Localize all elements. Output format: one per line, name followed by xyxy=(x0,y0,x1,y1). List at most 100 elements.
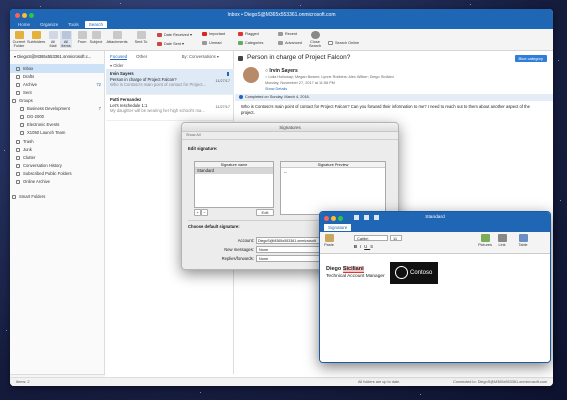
sidebar-item-online-archive[interactable]: Online Archive xyxy=(10,177,105,186)
tab-tools[interactable]: Tools xyxy=(64,21,83,28)
contoso-logo: Contoso xyxy=(390,262,438,284)
subfolders-button[interactable]: Subfolders xyxy=(27,31,45,44)
folder-icon xyxy=(20,106,24,111)
table-button[interactable]: Table xyxy=(516,234,530,247)
add-signature-button[interactable]: + xyxy=(194,209,201,216)
search-ribbon: Current Folder Subfolders All Mail All I… xyxy=(10,29,553,51)
date-received-button[interactable]: Date Received ▾ xyxy=(157,32,192,37)
group-header[interactable]: ▾ Older xyxy=(110,63,124,68)
maximize-window-button[interactable] xyxy=(338,216,343,221)
tab-search[interactable]: Search xyxy=(84,21,108,28)
folder-icon xyxy=(12,98,16,103)
pin-icon[interactable] xyxy=(238,56,243,61)
font-select[interactable]: Calibri xyxy=(354,235,388,241)
current-folder-button[interactable]: Current Folder xyxy=(12,31,26,48)
all-items-button[interactable]: All Items xyxy=(60,31,72,48)
search-online-checkbox[interactable]: Search Online xyxy=(328,41,359,45)
advanced-button[interactable]: Advanced xyxy=(278,41,302,45)
sidebar-item-label: Conversation History xyxy=(23,163,62,168)
dialog-title: Signatures xyxy=(182,123,398,132)
show-details-link[interactable]: Show Details xyxy=(265,87,287,91)
signature-item[interactable]: Standard xyxy=(195,168,273,174)
signature-list[interactable]: Signature name Standard xyxy=(194,161,274,208)
message-date: 11/27/17 xyxy=(215,79,231,83)
account-header[interactable]: ▾ DiegoS@M365x553361.onmicrosoft.c... xyxy=(14,54,91,59)
show-all-button[interactable]: Show All xyxy=(186,133,201,137)
folder-icon xyxy=(16,82,20,87)
minimize-window-button[interactable] xyxy=(331,216,336,221)
tab-other[interactable]: Other xyxy=(136,54,147,59)
sent-to-icon xyxy=(136,31,146,39)
editor-tab-bar: Signature xyxy=(320,224,550,232)
edit-signature-button[interactable]: Edit xyxy=(256,209,274,216)
sidebar-item-label: Archive xyxy=(23,82,37,87)
new-messages-label: New messages: xyxy=(224,247,254,252)
recent-button[interactable]: Recent xyxy=(278,32,297,36)
message-item[interactable]: Patti Fernandez Let's reschedule 1:1 My … xyxy=(106,95,234,121)
folder-icon xyxy=(20,122,24,127)
subfolders-icon xyxy=(31,31,41,39)
sync-status: All folders are up to date. xyxy=(358,380,401,384)
tab-home[interactable]: Home xyxy=(14,21,34,28)
save-icon[interactable] xyxy=(354,215,359,220)
tab-signature[interactable]: Signature xyxy=(324,224,352,231)
folder-icon xyxy=(16,179,20,184)
redo-icon[interactable] xyxy=(374,215,379,220)
mail-icon xyxy=(48,31,58,39)
sidebar-item-label: Electronic Events xyxy=(27,122,60,127)
from-button[interactable]: From xyxy=(76,31,88,44)
folder-icon xyxy=(20,130,24,135)
all-mail-button[interactable]: All Mail xyxy=(47,31,59,48)
sidebar-item-label: Online Archive xyxy=(23,179,50,184)
tab-organize[interactable]: Organize xyxy=(36,21,62,28)
date-sent-button[interactable]: Date Sent ▾ xyxy=(157,41,184,46)
sidebar-item-label: Sent xyxy=(23,90,32,95)
subject-button[interactable]: Subject xyxy=(89,31,103,44)
signature-preview: Signature Preview -- xyxy=(280,161,386,215)
sidebar-item-label: Clutter xyxy=(23,155,36,160)
categories-button[interactable]: Categories xyxy=(238,41,263,45)
message-item[interactable]: Irvin Sayers Person in charge of Project… xyxy=(106,69,234,95)
folder-icon xyxy=(16,74,20,79)
account-label: Account: xyxy=(237,238,254,243)
flagged-button[interactable]: Flagged xyxy=(238,32,259,36)
attachments-button[interactable]: Attachments xyxy=(104,31,130,44)
sidebar-item-label: Junk xyxy=(23,147,32,152)
folder-pane: ▾ DiegoS@M365x553361.onmicrosoft.c... In… xyxy=(10,51,105,374)
message-date: 11/27/17 xyxy=(215,105,231,109)
status-bar: Items: 2 All folders are up to date. Con… xyxy=(10,377,553,386)
sidebar-item-x1050-launch-team[interactable]: X1050 Launch Team xyxy=(10,128,105,137)
paste-button[interactable]: Paste xyxy=(323,234,335,247)
tab-focused[interactable]: Focused xyxy=(110,54,128,60)
default-signature-heading: Choose default signature: xyxy=(188,224,240,229)
editor-ribbon: Paste Calibri 11 BIUS Pictures Link Tabl… xyxy=(320,232,550,254)
email-recipients: ○ Lidia Holloway; Megan Bowen; Lynne Rob… xyxy=(265,75,394,79)
pictures-button[interactable]: Pictures xyxy=(477,234,493,247)
envelope-icon xyxy=(202,41,207,45)
signature-body[interactable]: Diego Siciliani Technical Account Manage… xyxy=(320,254,550,362)
font-size-select[interactable]: 11 xyxy=(390,235,402,241)
sidebar-item-label: Business Development xyxy=(27,106,70,111)
email-body: Who is Contoso's main point of contact f… xyxy=(241,104,530,115)
sent-to-button[interactable]: Sent To xyxy=(131,31,151,44)
remove-signature-button[interactable]: − xyxy=(201,209,208,216)
folder-icon xyxy=(20,114,24,119)
preview-text: -- xyxy=(284,170,287,175)
sort-dropdown[interactable]: By: Conversations ▾ xyxy=(182,54,219,59)
close-search-button[interactable]: Close Search xyxy=(308,31,322,48)
unread-button[interactable]: Unread xyxy=(202,41,221,45)
clock-icon xyxy=(278,32,283,36)
email-date: Monday, November 27, 2017 at 11:56 PM xyxy=(265,81,335,85)
important-button[interactable]: Important xyxy=(202,32,225,36)
formatting-buttons[interactable]: BIUS xyxy=(354,244,376,249)
undo-icon[interactable] xyxy=(364,215,369,220)
sidebar-item-label: Trash xyxy=(23,139,34,144)
exclamation-icon xyxy=(202,32,207,36)
close-window-button[interactable] xyxy=(324,216,329,221)
sidebar-item-label: Groups xyxy=(19,98,33,103)
signature-editor-window: Standard Signature Paste Calibri 11 BIUS… xyxy=(319,211,551,363)
sidebar-item-smart-folders[interactable]: Smart Folders xyxy=(10,192,105,201)
link-button[interactable]: Link xyxy=(496,234,508,247)
replies-label: Replies/forwards: xyxy=(221,256,254,261)
flag-icon xyxy=(238,32,243,36)
